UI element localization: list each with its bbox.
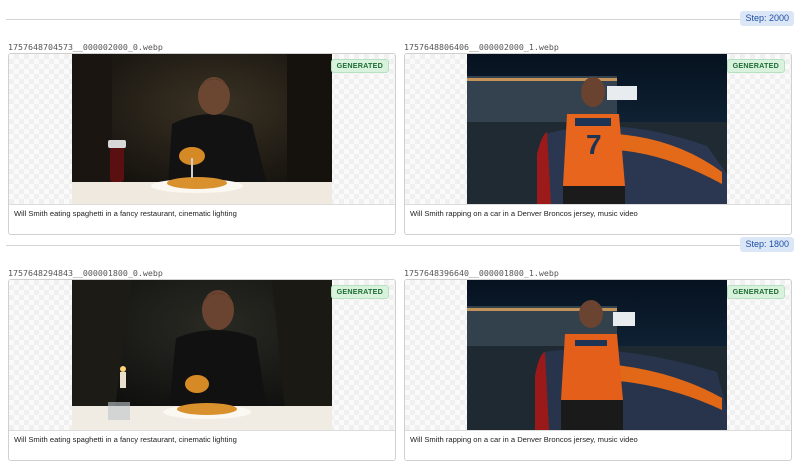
step-badge: Step: 2000 <box>740 11 794 26</box>
image-caption: Will Smith eating spaghetti in a fancy r… <box>14 209 237 218</box>
step-badge: Step: 1800 <box>740 237 794 252</box>
image-frame: GENERATED <box>405 280 791 430</box>
svg-text:7: 7 <box>586 129 602 160</box>
generated-image[interactable] <box>72 54 332 204</box>
image-frame: GENERATED <box>9 54 395 204</box>
image-caption: Will Smith rapping on a car in a Denver … <box>410 435 638 444</box>
image-card[interactable]: 7 GENERATED Will Smith rapping on a car … <box>404 53 792 235</box>
image-frame: 7 GENERATED <box>405 54 791 204</box>
generated-badge: GENERATED <box>726 285 785 299</box>
image-card[interactable]: GENERATED Will Smith rapping on a car in… <box>404 279 792 461</box>
step-header: Step: 2000 <box>6 11 794 27</box>
divider <box>405 430 791 431</box>
divider <box>6 19 744 20</box>
image-card[interactable]: GENERATED Will Smith eating spaghetti in… <box>8 53 396 235</box>
generated-image[interactable]: 7 <box>467 54 727 204</box>
image-filename: 1757648704573__000002000_0.webp <box>8 42 163 52</box>
image-caption: Will Smith rapping on a car in a Denver … <box>410 209 638 218</box>
divider <box>9 430 395 431</box>
generated-image[interactable] <box>72 280 332 430</box>
divider <box>405 204 791 205</box>
generated-image[interactable] <box>467 280 727 430</box>
divider <box>9 204 395 205</box>
image-filename: 1757648396640__000001800_1.webp <box>404 268 559 278</box>
step-header: Step: 1800 <box>6 237 794 253</box>
image-filename: 1757648806406__000002000_1.webp <box>404 42 559 52</box>
image-card[interactable]: GENERATED Will Smith eating spaghetti in… <box>8 279 396 461</box>
divider <box>6 245 744 246</box>
generated-badge: GENERATED <box>726 59 785 73</box>
generated-badge: GENERATED <box>330 59 389 73</box>
image-caption: Will Smith eating spaghetti in a fancy r… <box>14 435 237 444</box>
image-filename: 1757648294843__000001800_0.webp <box>8 268 163 278</box>
image-frame: GENERATED <box>9 280 395 430</box>
generated-badge: GENERATED <box>330 285 389 299</box>
